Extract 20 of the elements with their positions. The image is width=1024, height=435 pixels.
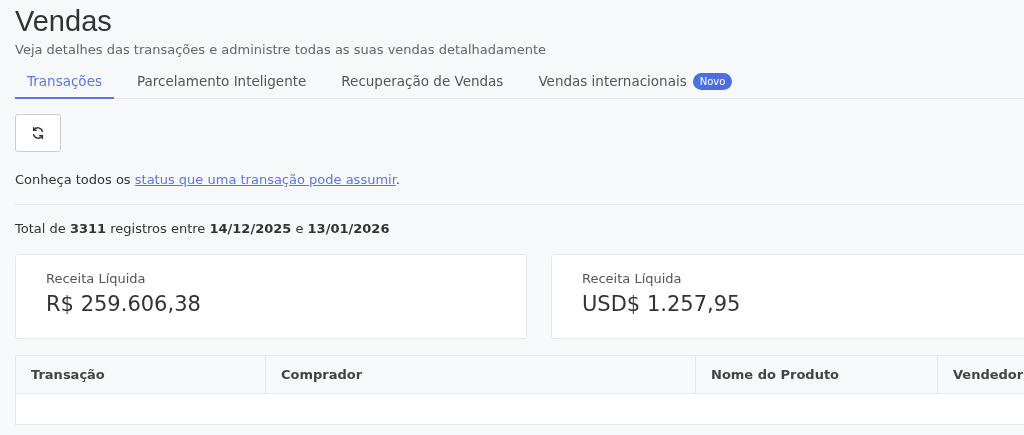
tab[interactable]: Transações	[15, 65, 114, 99]
column-header[interactable]: Nome do Produto	[711, 367, 840, 382]
card-label: Receita Líquida	[582, 271, 682, 286]
refresh-icon	[31, 126, 45, 140]
card-label: Receita Líquida	[46, 271, 146, 286]
status-link[interactable]: status que uma transação pode assumir	[134, 172, 396, 187]
summary-text: Total de 3311 registros entre 14/12/2025 e 13/01/2026	[15, 221, 390, 236]
column-header[interactable]: Vendedor	[953, 367, 1024, 382]
tab[interactable]: Vendas internacionais Novo	[526, 65, 745, 99]
column-header[interactable]: Transação	[31, 367, 105, 382]
card-value: R$ 259.606,38	[46, 292, 201, 316]
column-header[interactable]: Comprador	[281, 367, 363, 382]
card-value: USD$ 1.257,95	[582, 292, 741, 316]
tab[interactable]: Parcelamento Inteligente	[124, 65, 319, 99]
page-subtitle: Veja detalhes das transações e administre todas as suas vendas detalhadamente	[15, 42, 547, 57]
refresh-button[interactable]	[15, 114, 61, 152]
info-text: Conheça todos os status que uma transação pode assumir.	[15, 172, 400, 187]
tab[interactable]: Recuperação de Vendas	[329, 65, 516, 99]
new-badge: Novo	[692, 73, 733, 90]
page-title: Vendas	[15, 4, 112, 39]
